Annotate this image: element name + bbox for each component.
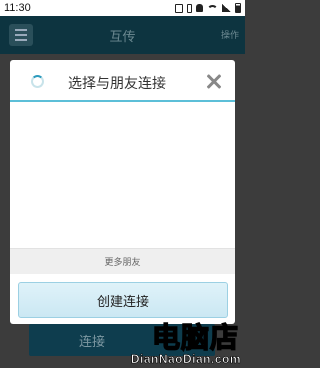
close-icon[interactable] xyxy=(204,71,224,91)
dialog-header: 选择与朋友连接 xyxy=(10,60,235,102)
watermark-en: DianNaoDian.com xyxy=(130,352,241,367)
wifi-icon xyxy=(207,4,218,16)
select-friend-dialog: 选择与朋友连接 更多朋友 创建连接 xyxy=(10,60,235,324)
watermark-cn: 电脑店 xyxy=(151,320,239,355)
connect-button-label: 连接 xyxy=(79,334,106,350)
app-title: 互传 xyxy=(109,30,136,45)
battery-icon xyxy=(235,3,241,13)
status-bar: 11:30 xyxy=(0,0,245,16)
status-time: 11:30 xyxy=(4,2,31,14)
loading-spinner-icon xyxy=(31,75,44,88)
create-connection-button[interactable]: 创建连接 xyxy=(18,282,228,318)
create-connection-label: 创建连接 xyxy=(96,294,149,310)
notification-icon xyxy=(175,3,183,13)
alarm-icon xyxy=(196,4,203,12)
action-menu-button[interactable]: 操作 xyxy=(221,28,239,41)
watermark-logo: 电脑店 DianNaoDian.com xyxy=(108,316,245,368)
more-friends-button[interactable]: 更多朋友 xyxy=(10,248,235,274)
status-icons xyxy=(175,1,241,16)
dialog-title: 选择与朋友连接 xyxy=(68,76,166,92)
vibrate-icon xyxy=(187,3,192,13)
more-friends-label: 更多朋友 xyxy=(104,258,141,268)
friend-list xyxy=(10,104,235,248)
app-header: 互传 操作 xyxy=(0,16,245,54)
signal-icon xyxy=(222,4,231,12)
